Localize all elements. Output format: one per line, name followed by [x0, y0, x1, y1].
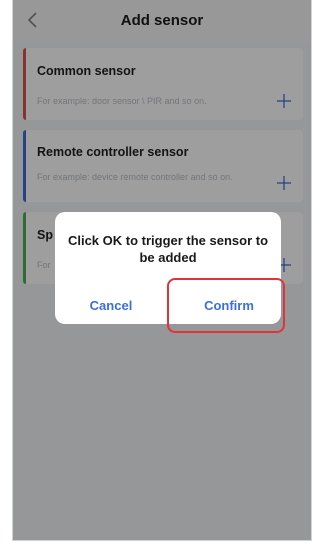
phone-screen: Add sensor Common sensor For example: do… — [12, 0, 312, 541]
confirm-highlight-box — [167, 278, 285, 333]
cancel-button[interactable]: Cancel — [61, 298, 161, 313]
dialog-message: Click OK to trigger the sensor to be add… — [67, 233, 269, 265]
